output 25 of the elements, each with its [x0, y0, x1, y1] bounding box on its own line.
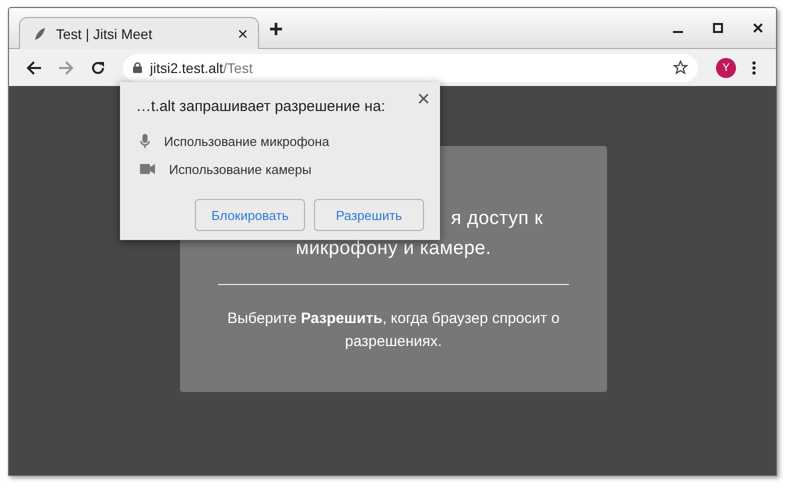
card-heading: я доступ к [450, 207, 543, 231]
menu-icon[interactable] [752, 60, 756, 74]
microphone-icon [140, 134, 150, 148]
back-arrow-icon[interactable] [26, 60, 42, 76]
card-text: Выберите Разрешить, когда браузер спросит о разрешениях. [226, 309, 561, 352]
popup-button[interactable]: Блокировать [195, 199, 305, 231]
close-button[interactable]: × [417, 88, 430, 110]
card-heading: микрофону и камере. [296, 237, 492, 261]
permission-label: Использование камеры [169, 162, 312, 176]
address-bar[interactable]: jitsi2.test.alt/Test [123, 54, 698, 82]
popup-button[interactable]: Разрешить [314, 199, 424, 231]
tab-title: Test | Jitsi Meet [56, 26, 154, 42]
lock-icon [133, 62, 142, 73]
popup-title: …t.alt запрашивает разрешение на: [136, 98, 386, 115]
profile-avatar[interactable]: Y [716, 58, 736, 78]
new-tab-button[interactable]: + [269, 18, 284, 42]
feather-icon [34, 26, 46, 40]
tab-close-button[interactable]: × [237, 24, 248, 42]
browser-tab[interactable]: Test | Jitsi Meet × [19, 17, 259, 49]
star-icon[interactable] [673, 60, 688, 75]
camera-icon [140, 164, 155, 174]
close-icon[interactable] [753, 23, 763, 33]
reload-icon[interactable] [90, 60, 106, 76]
maximize-icon[interactable] [713, 23, 723, 33]
permission-label: Использование микрофона [164, 134, 330, 148]
